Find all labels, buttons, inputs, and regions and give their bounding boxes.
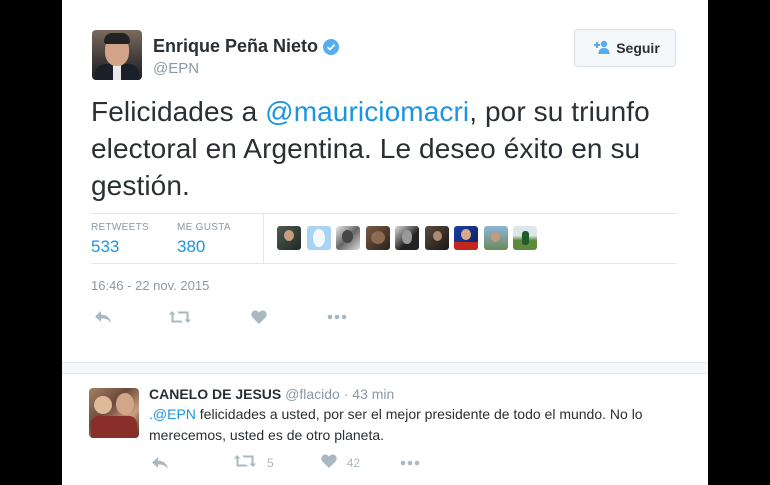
likes-label: ME GUSTA	[177, 222, 231, 233]
reply-actions: 5 42	[151, 454, 420, 471]
stats-divider	[263, 214, 264, 263]
liker-avatar[interactable]	[424, 226, 449, 250]
heart-icon[interactable]	[251, 310, 267, 324]
liker-avatar[interactable]	[336, 226, 360, 250]
liker-avatar[interactable]	[306, 226, 331, 250]
reply-icon[interactable]	[94, 310, 112, 324]
retweet-button[interactable]: 5	[234, 454, 274, 471]
retweets-count: 533	[91, 237, 120, 256]
tweet-text-start: Felicidades a	[91, 96, 266, 127]
reply-like-count: 42	[346, 455, 361, 470]
more-icon[interactable]	[327, 314, 347, 320]
likes-stat[interactable]: ME GUSTA 380	[177, 222, 231, 257]
liker-avatar[interactable]	[483, 226, 508, 250]
follow-button[interactable]: Seguir	[574, 29, 676, 67]
liker-avatar[interactable]	[513, 226, 537, 250]
follow-label: Seguir	[616, 40, 660, 56]
liker-avatar[interactable]	[454, 226, 478, 250]
heart-icon	[321, 454, 337, 471]
tweet-card: Enrique Peña Nieto @EPN Seguir Felicidad…	[62, 0, 708, 485]
tweet-mention-link[interactable]: @mauriciomacri	[265, 96, 469, 127]
reply-header: CANELO DE JESUS @flacido · 43 min	[149, 386, 394, 402]
reply-retweet-count: 5	[267, 455, 274, 470]
author-handle[interactable]: @EPN	[153, 60, 199, 77]
liker-avatar[interactable]	[395, 226, 419, 250]
tweet-timestamp[interactable]: 16:46 - 22 nov. 2015	[91, 278, 209, 293]
verified-badge-icon	[323, 38, 340, 55]
letterbox-right	[708, 0, 770, 485]
retweet-icon[interactable]	[169, 310, 191, 324]
retweets-label: RETWEETS	[91, 222, 149, 233]
section-divider	[62, 362, 708, 374]
reply-icon[interactable]	[151, 456, 169, 470]
author-avatar[interactable]	[92, 30, 142, 80]
letterbox-left	[0, 0, 62, 485]
reply-separator: ·	[343, 386, 349, 402]
reply-text: .@EPN felicidades a usted, por ser el me…	[149, 404, 689, 446]
reply-author-handle[interactable]: @flacido	[285, 386, 340, 402]
author-name-row[interactable]: Enrique Peña Nieto	[153, 36, 340, 57]
retweets-stat[interactable]: RETWEETS 533	[91, 222, 149, 257]
liker-avatar[interactable]	[365, 226, 390, 250]
liker-avatars	[277, 226, 543, 250]
more-icon[interactable]	[400, 460, 420, 466]
author-name[interactable]: Enrique Peña Nieto	[153, 36, 318, 57]
liker-avatar[interactable]	[277, 226, 301, 250]
retweet-icon	[234, 454, 256, 471]
reply-time[interactable]: 43 min	[352, 386, 394, 402]
reply-mention-link[interactable]: .@EPN	[149, 406, 196, 422]
reply-author-name[interactable]: CANELO DE JESUS	[149, 386, 281, 402]
reply-author-avatar[interactable]	[89, 388, 139, 438]
tweet-stats: RETWEETS 533 ME GUSTA 380	[91, 213, 677, 264]
tweet-actions	[91, 310, 347, 324]
reply-body: felicidades a usted, por ser el mejor pr…	[149, 406, 643, 443]
likes-count: 380	[177, 237, 206, 256]
like-button[interactable]: 42	[321, 454, 360, 471]
tweet-text: Felicidades a @mauriciomacri, por su tri…	[91, 93, 651, 204]
add-user-icon	[590, 40, 616, 57]
